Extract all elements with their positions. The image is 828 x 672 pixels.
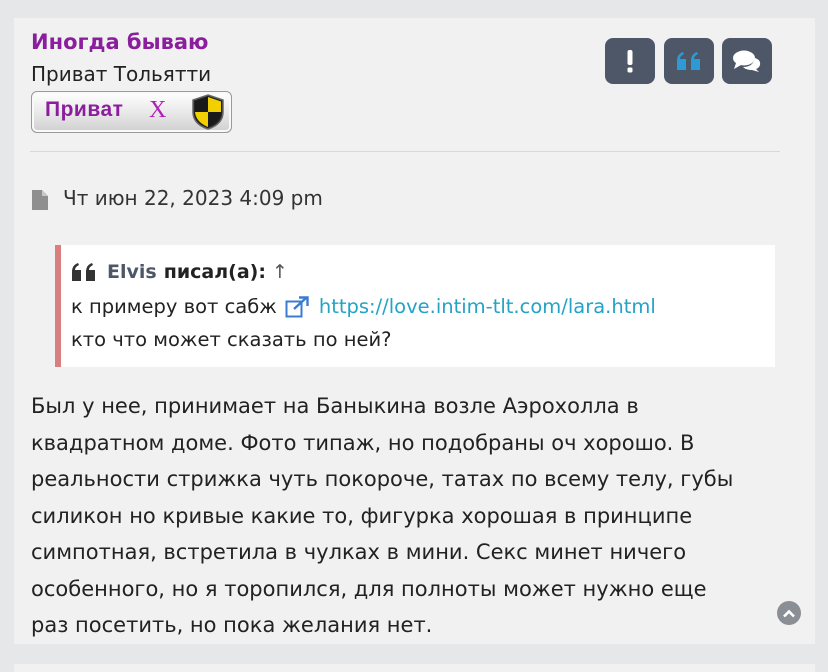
post-body-line: квадратном доме. Фото типаж, но подобран… [31, 430, 695, 455]
rank-badge-mark: X [149, 97, 167, 123]
post-body-line: раз посетить, но пока желания нет. [31, 613, 433, 637]
quote-source-arrow[interactable]: ↑ [272, 261, 288, 283]
quote-icon [677, 52, 700, 70]
post-body-line: симпотная, встретила в чулках в мини. Се… [31, 540, 687, 564]
quote-author-link[interactable]: Elvis [107, 261, 157, 283]
quote-icon [72, 263, 95, 281]
report-button[interactable] [605, 38, 655, 84]
divider [30, 151, 780, 152]
rank-badge-image: Приват X [31, 91, 232, 133]
comments-icon [733, 50, 761, 72]
post-container: Иногда бываю Приват Тольятти Приват X Чт… [14, 18, 815, 644]
post-body: Был у нее, принимает на Баныкина возле А… [31, 388, 791, 644]
post-author-link[interactable]: Иногда бываю [31, 30, 208, 54]
rank-badge-text: Приват [45, 98, 124, 121]
quote-header: Elvis писал(а): ↑ [71, 261, 288, 283]
post-body-line: реальности стрижка чуть покороче, татах … [31, 467, 734, 491]
quote-said-label: писал(а): [163, 261, 266, 283]
quote-block: Elvis писал(а): ↑ к примеру вот сабж htt… [55, 245, 775, 367]
shield-icon [192, 94, 224, 130]
reply-button[interactable] [722, 38, 772, 84]
quote-external-link[interactable]: https://love.intim-tlt.com/lara.html [319, 295, 656, 318]
file-icon [32, 190, 48, 210]
quote-line: к примеру вот сабж https://love.intim-tl… [71, 295, 656, 318]
exclamation-icon [627, 50, 633, 73]
next-post-edge [14, 664, 815, 672]
quote-text: к примеру вот сабж [71, 295, 277, 318]
post-body-line: особенного, но я торопился, для полноты … [31, 576, 707, 601]
post-body-line: Был у нее, принимает на Баныкина возле А… [31, 394, 639, 418]
post-body-line: силикон но кривые какие то, фигурка хоро… [31, 503, 693, 528]
author-rank: Приват Тольятти [31, 62, 212, 86]
chevron-up-icon [783, 609, 795, 617]
post-date-link[interactable]: Чт июн 22, 2023 4:09 pm [63, 186, 323, 210]
external-link-icon [285, 295, 309, 317]
quote-button[interactable] [664, 38, 714, 84]
back-to-top-button[interactable] [777, 601, 801, 625]
quote-text: кто что может сказать по ней? [71, 328, 392, 351]
